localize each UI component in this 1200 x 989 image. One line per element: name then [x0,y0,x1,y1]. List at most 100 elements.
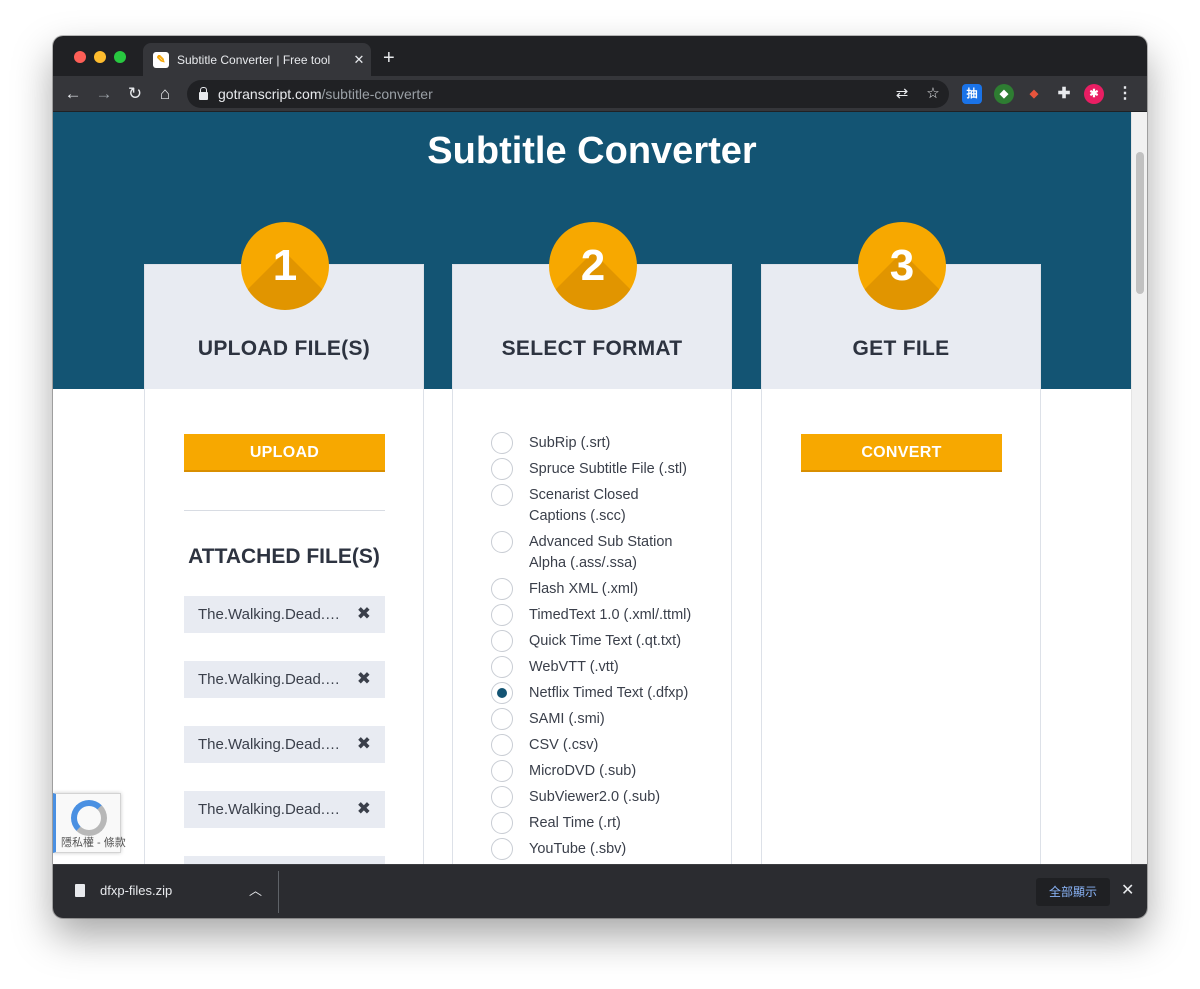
address-bar[interactable]: gotranscript.com/subtitle-converter ⇄ ☆ [187,80,949,108]
lock-icon [199,87,208,100]
remove-file-icon[interactable]: ✖ [357,604,371,624]
attached-file-item: The.Walking.Dead.S09E02.srt ✖ [184,661,385,698]
tab-close-icon[interactable]: ✕ [347,52,371,68]
format-radio[interactable] [491,432,513,454]
home-icon[interactable]: ⌂ [153,82,177,106]
chevron-up-icon[interactable]: ︿ [249,880,262,899]
format-option[interactable]: CSV (.csv) [491,734,699,756]
format-radio[interactable] [491,760,513,782]
format-radio[interactable] [491,786,513,808]
step-get-file-card: 3 GET FILE CONVERT [761,222,1041,864]
step-badge: 1 [241,222,329,310]
card-header: 3 GET FILE [762,222,1040,389]
page-title: Subtitle Converter [427,130,757,172]
translate-icon[interactable]: ⇄ [890,82,914,106]
bookmark-star-icon[interactable]: ☆ [921,82,945,106]
step-badge: 3 [858,222,946,310]
page-scrollbar[interactable] [1131,112,1147,864]
step-label: SELECT FORMAT [501,337,683,360]
show-all-button[interactable]: 全部顯示 [1036,878,1110,906]
format-radio[interactable] [491,682,513,704]
divider [278,871,279,913]
recaptcha-privacy-terms[interactable]: 隱私權 - 條款 [61,834,126,850]
format-label[interactable]: WebVTT (.vtt) [529,657,699,678]
forward-icon[interactable]: → [92,82,116,106]
format-option[interactable]: WebVTT (.vtt) [491,656,699,678]
format-option[interactable]: TimedText 1.0 (.xml/.ttml) [491,604,699,626]
format-option[interactable]: YouTube (.sbv) [491,838,699,860]
recaptcha-badge[interactable]: 隱私權 - 條款 [53,793,126,853]
format-radio[interactable] [491,656,513,678]
format-option[interactable]: Netflix Timed Text (.dfxp) [491,682,699,704]
format-option[interactable]: SubRip (.srt) [491,432,699,454]
remove-file-icon[interactable]: ✖ [357,799,371,819]
profile-avatar-icon[interactable]: ✱ [1084,84,1104,104]
format-label[interactable]: Flash XML (.xml) [529,579,699,600]
reload-icon[interactable]: ↻ [123,82,147,106]
minimize-window-button[interactable] [94,51,106,63]
format-option[interactable]: SAMI (.smi) [491,708,699,730]
format-label[interactable]: Scenarist Closed Captions (.scc) [529,485,699,527]
attached-files-title: ATTACHED FILE(S) [188,545,380,568]
step-label: GET FILE [852,337,950,360]
tab-strip: ✎ Subtitle Converter | Free tool ✕ + [53,36,1147,76]
format-label[interactable]: SAMI (.smi) [529,709,699,730]
format-label[interactable]: TimedText 1.0 (.xml/.ttml) [529,605,699,626]
back-icon[interactable]: ← [61,82,85,106]
format-radio[interactable] [491,630,513,652]
format-option[interactable]: Real Time (.rt) [491,812,699,834]
extensions-puzzle-icon[interactable]: ✚ [1054,84,1074,104]
format-radio[interactable] [491,812,513,834]
format-option[interactable]: Scenarist Closed Captions (.scc) [491,484,699,526]
extension-translate-icon[interactable]: 抽 [962,84,982,104]
maximize-window-button[interactable] [114,51,126,63]
format-option[interactable]: Advanced Sub Station Alpha (.ass/.ssa) [491,531,699,573]
format-radio[interactable] [491,458,513,480]
format-radio[interactable] [491,838,513,860]
remove-file-icon[interactable]: ✖ [357,734,371,754]
step-label: UPLOAD FILE(S) [197,337,371,360]
format-radio[interactable] [491,734,513,756]
format-option[interactable]: Spruce Subtitle File (.stl) [491,458,699,480]
format-option[interactable]: Flash XML (.xml) [491,578,699,600]
url-host: gotranscript.com [218,86,322,102]
format-label[interactable]: Spruce Subtitle File (.stl) [529,459,699,480]
format-option[interactable]: Quick Time Text (.qt.txt) [491,630,699,652]
format-radio[interactable] [491,578,513,600]
format-label[interactable]: Quick Time Text (.qt.txt) [529,631,699,652]
convert-button[interactable]: CONVERT [801,434,1002,472]
format-radio[interactable] [491,531,513,553]
format-label[interactable]: SubRip (.srt) [529,433,699,454]
format-label[interactable]: Real Time (.rt) [529,813,699,834]
file-name: The.Walking.Dead.S09E01.srt [198,606,348,623]
extension-gem-icon[interactable]: ◆ [1024,84,1044,104]
format-label[interactable]: YouTube (.sbv) [529,839,699,860]
format-option[interactable]: MicroDVD (.sub) [491,760,699,782]
browser-tab[interactable]: ✎ Subtitle Converter | Free tool ✕ [143,43,371,76]
extension-shield-icon[interactable]: ◆ [994,84,1014,104]
format-radio[interactable] [491,484,513,506]
new-tab-button[interactable]: + [383,48,395,68]
scrollbar-thumb[interactable] [1136,152,1144,294]
close-window-button[interactable] [74,51,86,63]
format-label[interactable]: CSV (.csv) [529,735,699,756]
menu-kebab-icon[interactable]: ⋮ [1115,84,1135,104]
browser-toolbar: ← → ↻ ⌂ gotranscript.com/subtitle-conver… [53,76,1147,112]
format-radio[interactable] [491,708,513,730]
format-radio[interactable] [491,604,513,626]
attached-file-item: The.Walking.Dead.S09E03.srt ✖ [184,726,385,763]
remove-file-icon[interactable]: ✖ [357,669,371,689]
format-label[interactable]: MicroDVD (.sub) [529,761,699,782]
download-file-name[interactable]: dfxp-files.zip [100,883,172,898]
format-label[interactable]: Advanced Sub Station Alpha (.ass/.ssa) [529,532,699,574]
card-header: 2 SELECT FORMAT [453,222,731,389]
close-download-bar-icon[interactable]: ✕ [1121,880,1134,900]
step-badge: 2 [549,222,637,310]
step-upload-card: 1 UPLOAD FILE(S) UPLOAD ATTACHED FILE(S)… [144,222,424,864]
format-option[interactable]: SubViewer2.0 (.sub) [491,786,699,808]
format-label[interactable]: SubViewer2.0 (.sub) [529,787,699,808]
format-label[interactable]: Netflix Timed Text (.dfxp) [529,683,699,704]
upload-button[interactable]: UPLOAD [184,434,385,472]
browser-window: ✎ Subtitle Converter | Free tool ✕ + ← →… [53,36,1147,918]
step-number: 1 [272,241,298,290]
